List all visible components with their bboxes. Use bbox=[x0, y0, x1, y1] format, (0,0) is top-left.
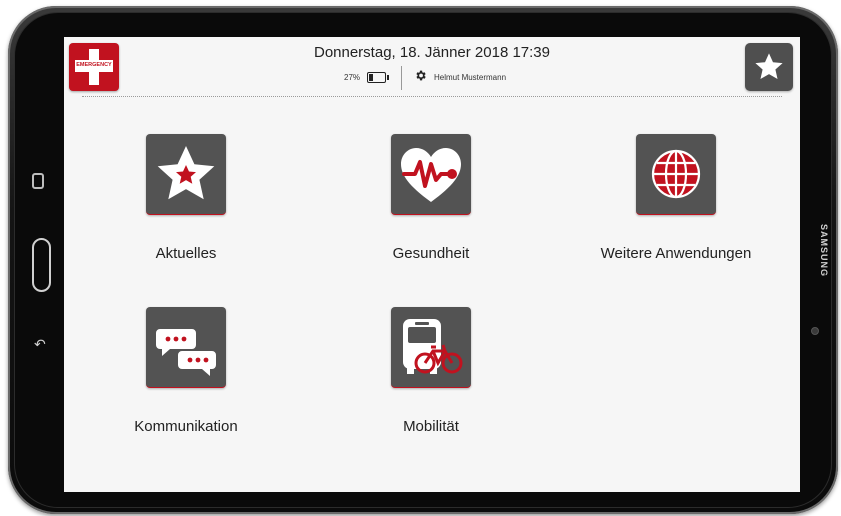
camera-icon bbox=[32, 173, 44, 189]
globe-icon bbox=[651, 149, 701, 199]
home-button[interactable] bbox=[32, 238, 51, 292]
divider bbox=[401, 66, 402, 90]
tile-aktuelles-icon-box bbox=[146, 134, 226, 215]
heart-pulse-icon bbox=[401, 148, 461, 202]
chat-bubbles-icon bbox=[156, 329, 216, 376]
tile-mobilitaet[interactable]: Mobilität bbox=[326, 307, 536, 435]
star-icon bbox=[157, 146, 215, 200]
tile-gesundheit-icon-box bbox=[391, 134, 471, 215]
favorites-button[interactable] bbox=[745, 43, 793, 91]
tile-aktuelles[interactable]: Aktuelles bbox=[81, 134, 291, 262]
status-row: 27% Helmut Mustermann bbox=[64, 66, 800, 92]
tile-label: Gesundheit bbox=[392, 245, 470, 262]
tile-label: Aktuelles bbox=[155, 245, 217, 262]
bus-bicycle-icon bbox=[403, 319, 463, 374]
tile-kommunikation-icon-box bbox=[146, 307, 226, 388]
tile-gesundheit[interactable]: Gesundheit bbox=[326, 134, 536, 262]
gear-icon[interactable] bbox=[414, 69, 427, 82]
user-name[interactable]: Helmut Mustermann bbox=[434, 73, 506, 82]
header-divider bbox=[82, 96, 782, 97]
tile-label: Weitere Anwendungen bbox=[600, 245, 752, 262]
tile-weitere-anwendungen-icon-box bbox=[636, 134, 716, 215]
date-time: Donnerstag, 18. Jänner 2018 17:39 bbox=[313, 44, 550, 61]
tile-kommunikation[interactable]: Kommunikation bbox=[81, 307, 291, 435]
back-icon[interactable]: ↶ bbox=[34, 337, 46, 353]
tile-weitere-anwendungen[interactable]: Weitere Anwendungen bbox=[571, 134, 781, 262]
tile-label: Kommunikation bbox=[134, 418, 238, 435]
sensor-icon bbox=[811, 327, 819, 335]
device-brand: SAMSUNG bbox=[819, 224, 829, 278]
tile-mobilitaet-icon-box bbox=[391, 307, 471, 388]
battery-icon bbox=[367, 72, 389, 83]
tile-label: Mobilität bbox=[403, 418, 459, 435]
screen: EMERGENCY Donnerstag, 18. Jänner 2018 17… bbox=[64, 37, 800, 492]
battery-percentage: 27% bbox=[344, 73, 361, 82]
star-icon bbox=[755, 53, 783, 79]
